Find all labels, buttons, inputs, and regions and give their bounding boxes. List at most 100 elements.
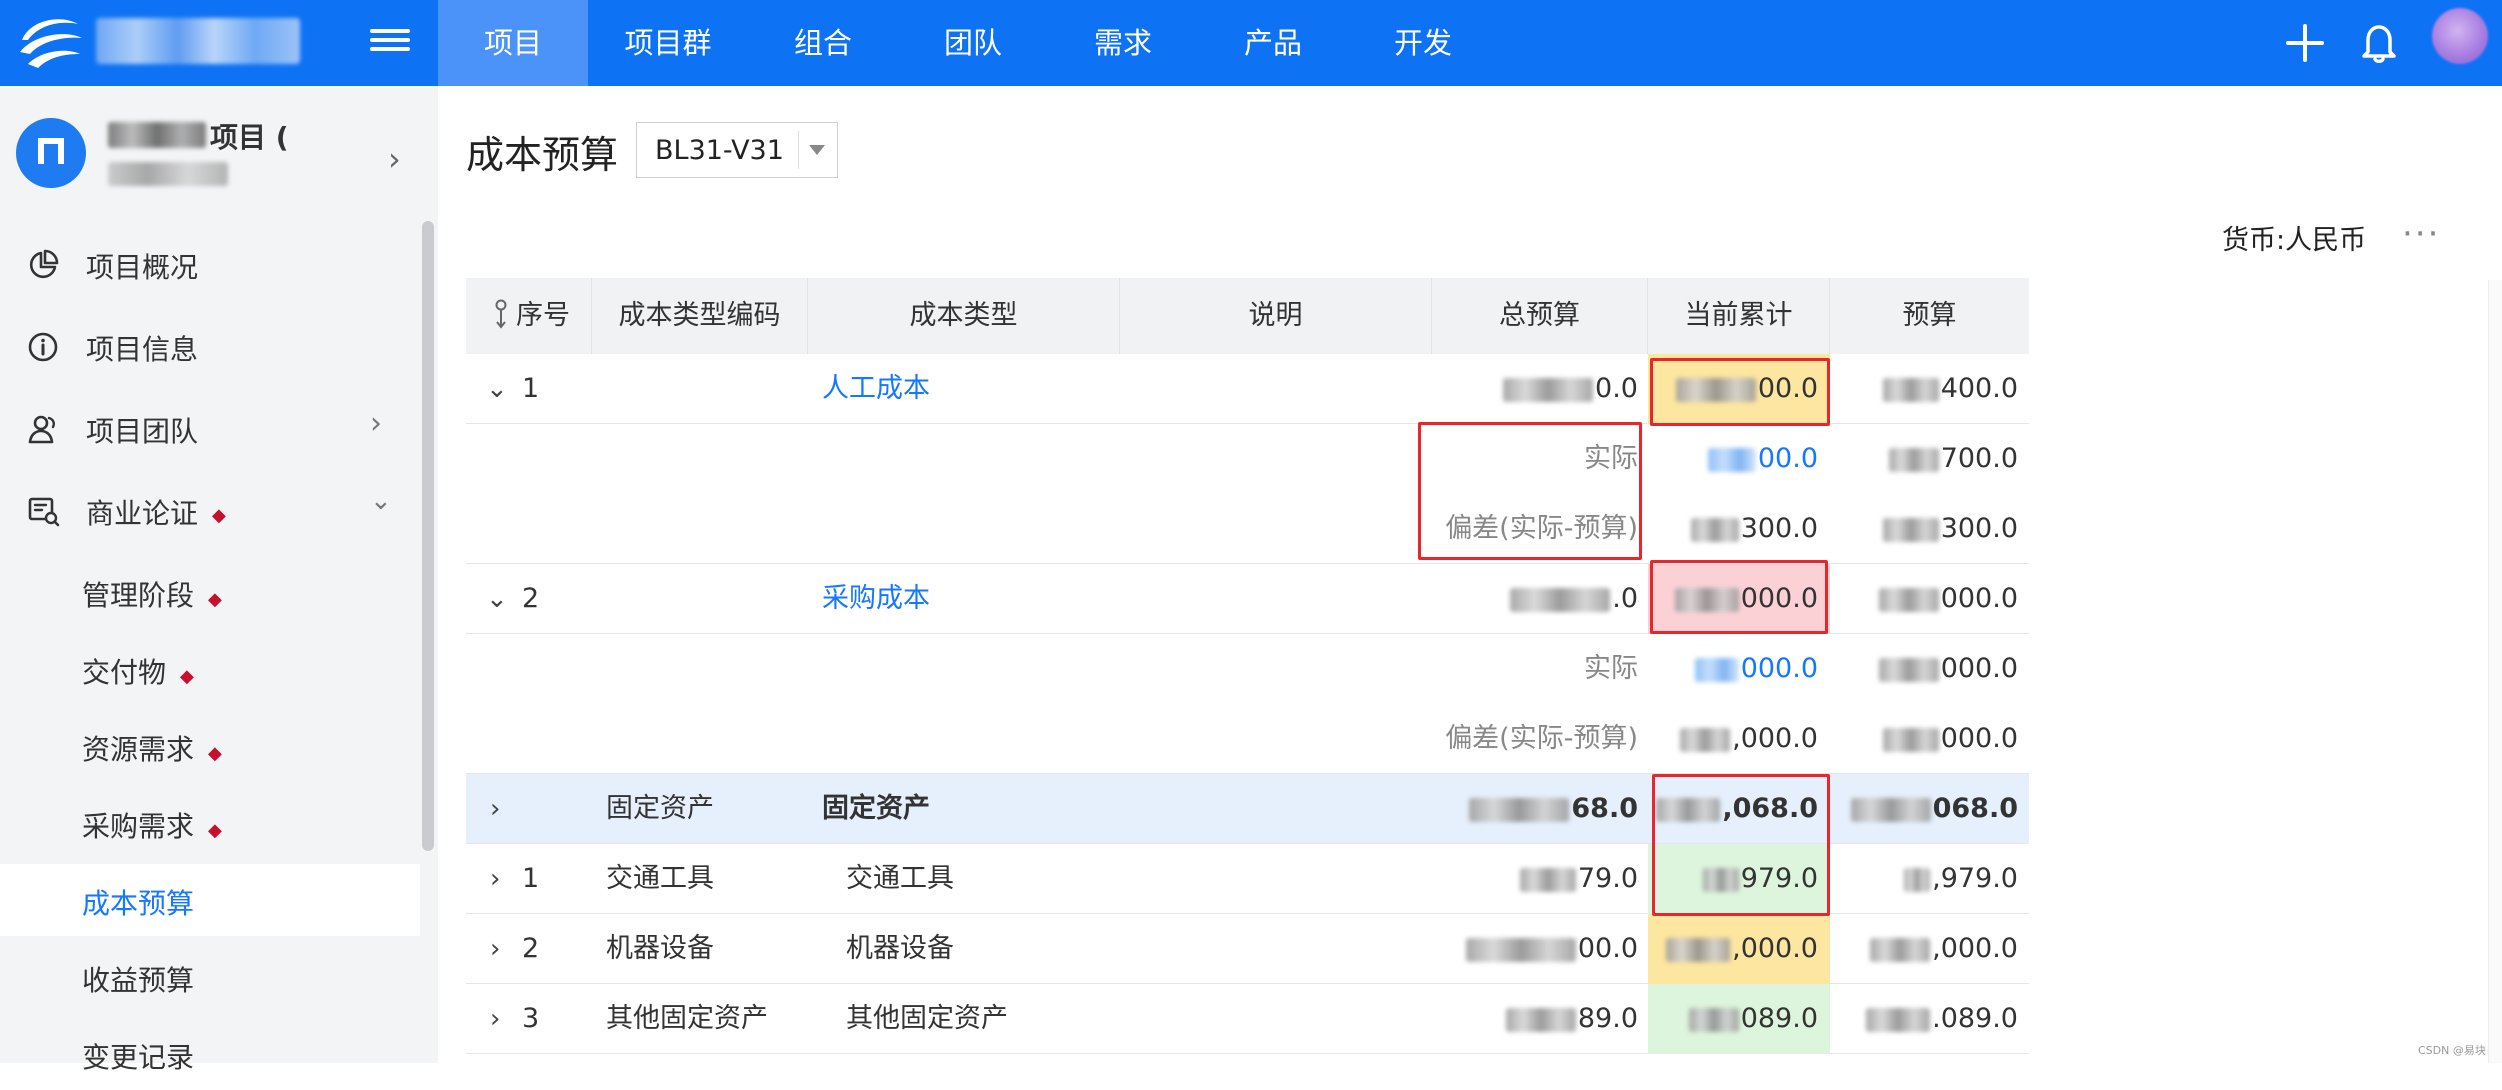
cost-code-cell: 机器设备 bbox=[606, 933, 714, 964]
version-select[interactable]: BL31-V31 bbox=[636, 122, 838, 178]
sidebar-item-label: 项目概况 bbox=[86, 251, 199, 284]
total-budget-cell: 79.0 bbox=[1432, 844, 1638, 914]
column-header-budget[interactable]: 预算 bbox=[1830, 278, 2029, 354]
cost-code-cell: 固定资产 bbox=[606, 793, 714, 824]
column-header-code[interactable]: 成本类型编码 bbox=[592, 278, 808, 354]
sidebar: 项目 ( › 项目概况 项目信息 项目团队 › 商业论证 ◆ ⌄ 管理阶段 ◆ … bbox=[0, 86, 438, 1074]
required-dot-icon: ◆ bbox=[208, 820, 222, 841]
required-dot-icon: ◆ bbox=[212, 504, 226, 526]
column-header-description[interactable]: 说明 bbox=[1120, 278, 1432, 354]
chevron-right-icon[interactable]: › bbox=[490, 774, 500, 844]
page-title: 成本预算 bbox=[466, 133, 619, 177]
tab-team[interactable]: 团队 bbox=[898, 0, 1048, 86]
cost-type-cell: 机器设备 bbox=[846, 933, 954, 964]
caret-down-icon bbox=[809, 145, 825, 155]
table-row: 实际 00.0 700.0 bbox=[466, 424, 2029, 494]
chevron-down-icon: ⌄ bbox=[370, 486, 392, 516]
column-header-seq[interactable]: 序号 bbox=[466, 278, 592, 354]
sidebar-item-business-case[interactable]: 商业论证 ◆ ⌄ bbox=[0, 474, 420, 546]
row-seq: 2 bbox=[522, 583, 540, 614]
table-row[interactable]: › 3 其他固定资产 其他固定资产 89.0 089.0 .089.0 bbox=[466, 984, 2029, 1054]
project-name-redacted bbox=[108, 122, 206, 148]
sidebar-scrollbar[interactable] bbox=[422, 221, 434, 851]
chevron-right-icon[interactable]: › bbox=[388, 140, 401, 178]
sidebar-item-label: 项目信息 bbox=[86, 333, 199, 366]
tab-portfolio[interactable]: 组合 bbox=[748, 0, 898, 86]
chevron-right-icon[interactable]: › bbox=[490, 914, 500, 984]
tab-program[interactable]: 项目群 bbox=[596, 0, 740, 86]
row-label: 实际 bbox=[1584, 653, 1638, 684]
cost-code-cell: 其他固定资产 bbox=[606, 1003, 768, 1034]
budget-cell: 000.0 bbox=[1830, 634, 2018, 704]
annotation-box bbox=[1650, 560, 1828, 634]
table-row[interactable]: › 2 机器设备 机器设备 00.0 ,000.0 ,000.0 bbox=[466, 914, 2029, 984]
total-budget-cell: 00.0 bbox=[1432, 914, 1638, 984]
column-header-type[interactable]: 成本类型 bbox=[808, 278, 1120, 354]
actual-link[interactable]: 00.0 bbox=[1648, 424, 1818, 494]
plus-icon[interactable] bbox=[2280, 18, 2330, 68]
sidebar-item-team[interactable]: 项目团队 › bbox=[0, 392, 420, 464]
row-seq: 1 bbox=[522, 373, 540, 404]
top-navigation-bar: 项目 项目群 组合 团队 需求 产品 开发 bbox=[0, 0, 2502, 86]
current-total-cell: ,000.0 bbox=[1648, 914, 1818, 984]
tab-product[interactable]: 产品 bbox=[1198, 0, 1348, 86]
avatar[interactable] bbox=[2432, 8, 2488, 64]
tab-requirements[interactable]: 需求 bbox=[1048, 0, 1198, 86]
chevron-right-icon[interactable]: › bbox=[490, 844, 500, 914]
actual-link[interactable]: 000.0 bbox=[1648, 634, 1818, 704]
brand-name bbox=[96, 18, 300, 64]
sidebar-subitem-label: 变更记录 bbox=[82, 1041, 195, 1074]
version-select-value: BL31-V31 bbox=[655, 135, 784, 166]
chevron-down-icon[interactable]: ⌄ bbox=[486, 354, 508, 424]
table-row: 实际 000.0 000.0 bbox=[466, 634, 2029, 704]
annotation-box bbox=[1418, 422, 1642, 560]
sidebar-subitem-cost-budget[interactable]: 成本预算 bbox=[0, 864, 420, 936]
cost-type-link[interactable]: 采购成本 bbox=[822, 564, 930, 634]
column-header-total-budget[interactable]: 总预算 bbox=[1432, 278, 1648, 354]
sidebar-subitem-resource-requirements[interactable]: 资源需求 ◆ bbox=[0, 710, 420, 782]
total-budget-cell: 0.0 bbox=[1432, 354, 1638, 424]
cost-type-link[interactable]: 人工成本 bbox=[822, 354, 930, 424]
sidebar-item-info[interactable]: 项目信息 bbox=[0, 310, 420, 382]
sidebar-subitem-deliverables[interactable]: 交付物 ◆ bbox=[0, 633, 420, 705]
more-options-button[interactable]: ··· bbox=[2402, 214, 2440, 254]
pie-chart-icon bbox=[29, 249, 59, 279]
budget-cell: 000.0 bbox=[1830, 564, 2018, 634]
project-card[interactable]: 项目 ( › bbox=[0, 86, 438, 210]
row-seq: 1 bbox=[522, 863, 540, 894]
sidebar-subitem-revenue-budget[interactable]: 收益预算 bbox=[0, 941, 420, 1013]
budget-cell: ,979.0 bbox=[1830, 844, 2018, 914]
project-code-redacted bbox=[108, 162, 228, 186]
required-dot-icon: ◆ bbox=[180, 666, 194, 687]
required-dot-icon: ◆ bbox=[208, 589, 222, 610]
annotation-box bbox=[1652, 774, 1830, 916]
sidebar-subitem-procurement-requirements[interactable]: 采购需求 ◆ bbox=[0, 787, 420, 859]
cost-type-cell: 其他固定资产 bbox=[846, 1003, 1008, 1034]
main-scrollbar[interactable] bbox=[2488, 280, 2502, 1063]
chevron-down-icon[interactable]: ⌄ bbox=[486, 564, 508, 634]
tab-project[interactable]: 项目 bbox=[438, 0, 588, 86]
chevron-right-icon: › bbox=[370, 406, 382, 441]
logo-icon bbox=[20, 19, 82, 68]
cost-type-cell: 固定资产 bbox=[822, 793, 930, 824]
sidebar-subitem-label: 交付物 bbox=[82, 656, 167, 689]
budget-cell: 000.0 bbox=[1830, 704, 2018, 774]
bell-icon[interactable] bbox=[2354, 18, 2404, 68]
sidebar-subitem-label: 采购需求 bbox=[82, 810, 195, 843]
sidebar-subitem-label: 管理阶段 bbox=[82, 579, 195, 612]
currency-label: 货币:人民币 bbox=[2222, 225, 2367, 256]
sidebar-subitem-management-stages[interactable]: 管理阶段 ◆ bbox=[0, 556, 420, 628]
menu-toggle-button[interactable] bbox=[370, 24, 410, 62]
sidebar-item-overview[interactable]: 项目概况 bbox=[0, 228, 420, 300]
budget-cell: ,000.0 bbox=[1830, 914, 2018, 984]
sidebar-subitem-label: 收益预算 bbox=[82, 964, 195, 997]
cost-type-cell: 交通工具 bbox=[846, 863, 954, 894]
project-name: 项目 ( bbox=[210, 121, 289, 154]
column-resize-icon[interactable] bbox=[494, 298, 508, 332]
review-icon bbox=[28, 497, 60, 527]
sidebar-subitem-label: 资源需求 bbox=[82, 733, 195, 766]
column-header-current-total[interactable]: 当前累计 bbox=[1648, 278, 1830, 354]
chevron-right-icon[interactable]: › bbox=[490, 984, 500, 1054]
sidebar-subitem-change-log[interactable]: 变更记录 bbox=[0, 1018, 420, 1090]
tab-development[interactable]: 开发 bbox=[1348, 0, 1498, 86]
